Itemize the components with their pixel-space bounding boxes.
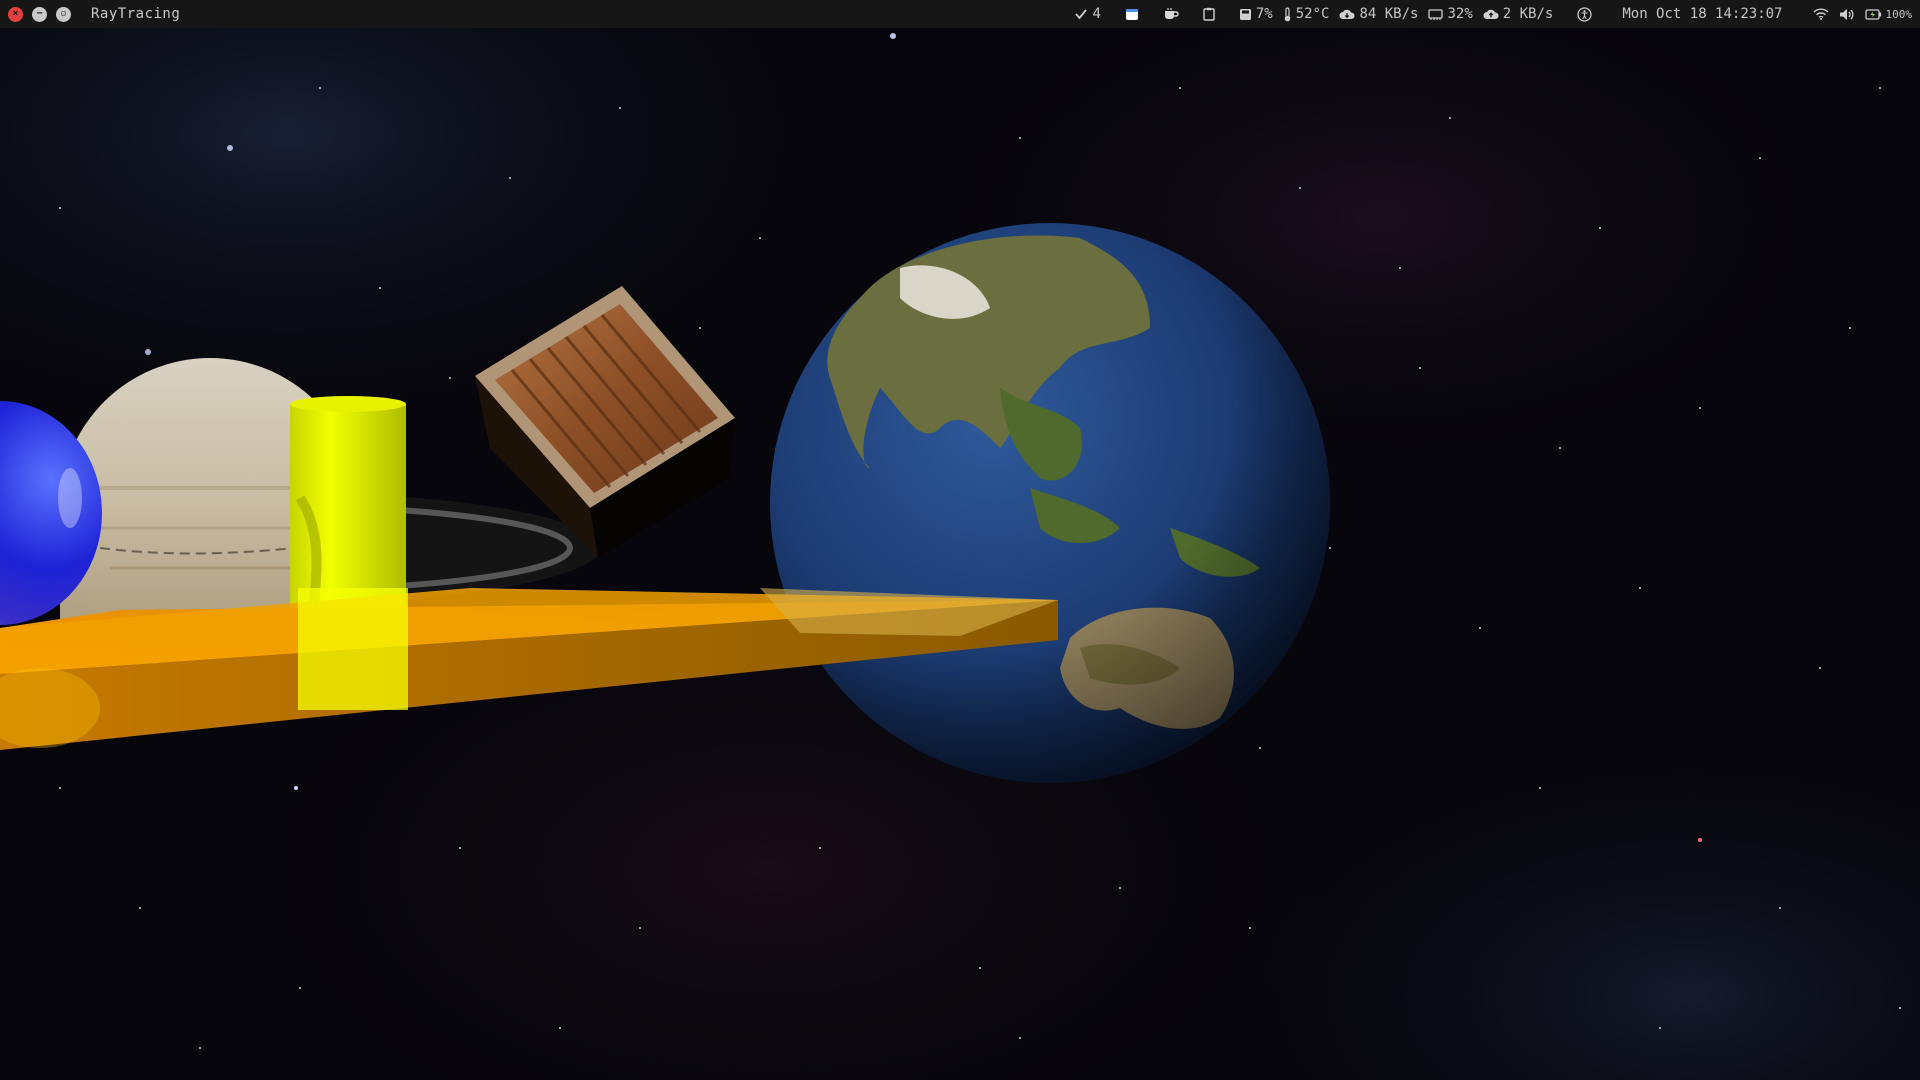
disk-indicator[interactable]: 7% [1239, 6, 1273, 22]
upload-speed: 2 KB/s [1502, 6, 1554, 22]
window-title: RayTracing [91, 6, 181, 22]
thermometer-icon [1284, 6, 1291, 21]
calendar-indicator[interactable] [1125, 7, 1139, 21]
updates-count: 4 [1092, 6, 1101, 22]
accessibility-indicator[interactable] [1577, 6, 1592, 22]
accessibility-icon [1577, 6, 1592, 22]
maximize-icon[interactable]: ▫ [56, 6, 71, 22]
coffee-icon [1164, 8, 1179, 19]
volume-icon [1839, 8, 1853, 20]
minimize-icon[interactable]: − [32, 6, 47, 22]
temperature-value: 52°C [1295, 6, 1330, 22]
coffee-indicator[interactable] [1163, 7, 1179, 21]
battery-level: 100% [1885, 7, 1913, 21]
clipboard-indicator[interactable] [1203, 7, 1215, 21]
battery-indicator[interactable]: 100% [1864, 7, 1913, 21]
clipboard-icon [1203, 7, 1215, 21]
cloud-download-icon [1339, 9, 1355, 19]
earth-globe [770, 223, 1330, 783]
close-icon[interactable]: × [8, 6, 23, 22]
download-indicator[interactable]: 84 KB/s [1339, 6, 1418, 22]
system-tray: 4 7% 52°C 84 KB/s 32% 2 KB/s Mon Oct 18 … [1074, 6, 1912, 22]
updates-indicator[interactable]: 4 [1074, 6, 1101, 22]
temperature-indicator[interactable]: 52°C [1283, 6, 1330, 22]
window-controls: × − ▫ [8, 6, 71, 22]
memory-indicator[interactable]: 32% [1428, 6, 1473, 22]
cloud-upload-icon [1483, 9, 1499, 19]
memory-icon [1428, 8, 1444, 20]
wifi-icon [1813, 8, 1828, 20]
volume-indicator[interactable] [1839, 8, 1855, 21]
checkmark-icon [1075, 9, 1088, 20]
raytracing-viewport[interactable] [0, 28, 1920, 1080]
rendered-scene [0, 28, 1920, 1080]
memory-usage: 32% [1447, 6, 1473, 22]
download-speed: 84 KB/s [1359, 6, 1419, 22]
clock[interactable]: Mon Oct 18 14:23:07 [1622, 6, 1782, 22]
calendar-icon [1125, 9, 1138, 20]
upload-indicator[interactable]: 2 KB/s [1483, 6, 1554, 22]
disk-icon [1239, 8, 1251, 20]
top-panel: × − ▫ RayTracing 4 7% 52°C 84 KB/s 32% 2… [0, 0, 1920, 28]
disk-usage: 7% [1255, 6, 1273, 22]
wifi-indicator[interactable] [1813, 8, 1829, 20]
battery-icon [1864, 8, 1881, 20]
